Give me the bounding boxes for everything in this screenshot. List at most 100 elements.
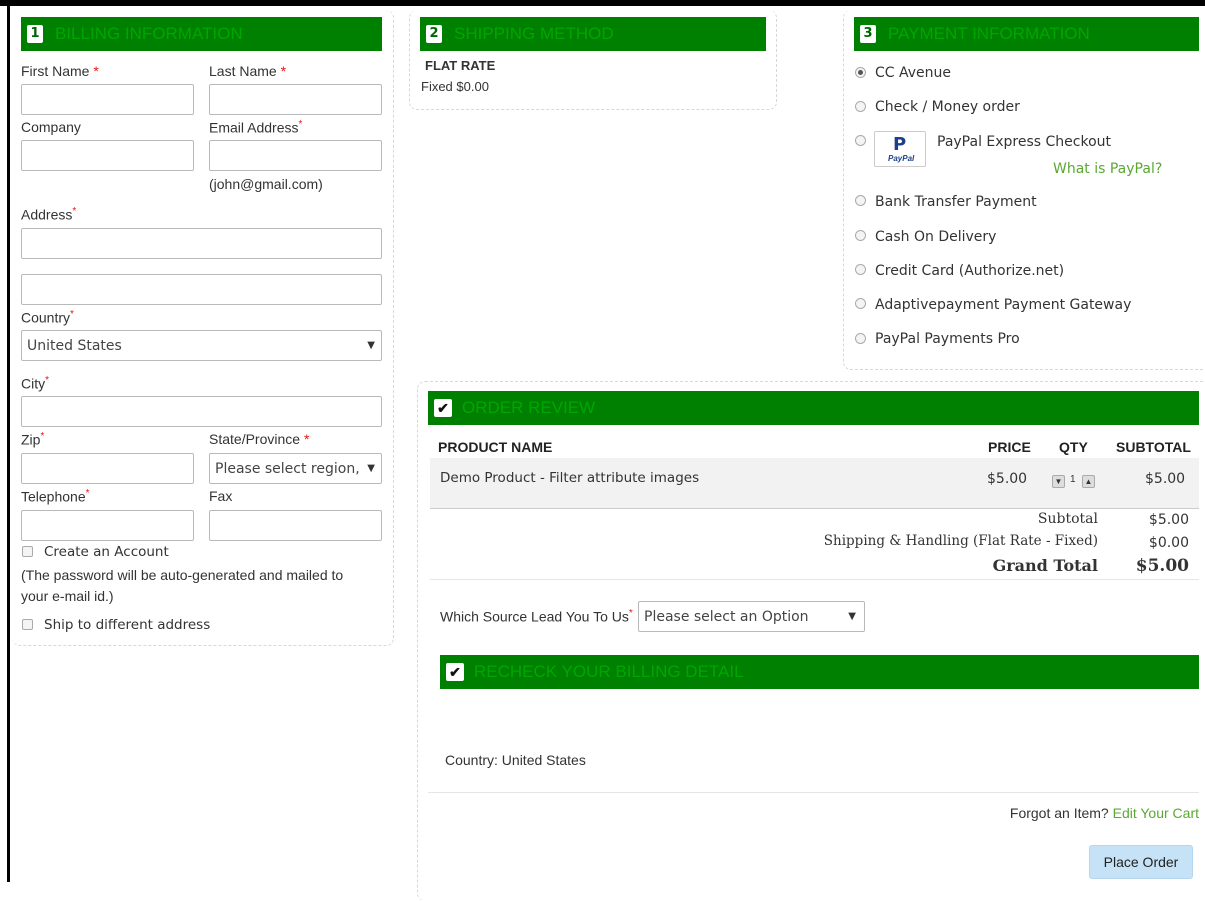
payment-option-check[interactable]: Check / Money order [875,99,1020,115]
address-line-1-input[interactable] [21,228,382,259]
email-input[interactable] [209,140,382,171]
payment-radio-bank-transfer[interactable] [855,195,866,206]
qty-increase-button[interactable]: ▲ [1082,475,1095,488]
recheck-title: RECHECK YOUR BILLING DETAIL [474,662,744,681]
address-line-2-input[interactable] [21,274,382,305]
country-label: Country* [21,309,74,326]
city-label: City* [21,375,50,392]
fax-label: Fax [209,488,233,504]
password-note: (The password will be auto-generated and… [21,567,344,604]
email-label: Email Address* [209,119,303,136]
column-header-subtotal: SUBTOTAL [1116,439,1191,455]
state-label: State/Province * [209,431,310,447]
qty-decrease-button[interactable]: ▼ [1052,475,1065,488]
qty-value[interactable]: 1 [1070,474,1076,485]
source-select[interactable]: Please select an Option ▼ [638,601,865,632]
chevron-down-icon: ▼ [845,602,856,631]
state-select[interactable]: Please select region, ▼ [209,453,382,484]
payment-radio-authorize[interactable] [855,264,866,275]
payment-option-bank-transfer[interactable]: Bank Transfer Payment [875,194,1037,210]
fax-input[interactable] [209,510,382,541]
order-review-title: ORDER REVIEW [462,398,596,417]
shipping-header: 2 SHIPPING METHOD [420,17,766,51]
source-value: Please select an Option [644,609,809,625]
zip-input[interactable] [21,453,194,484]
payment-radio-paypal-express[interactable] [855,135,866,146]
billing-title: BILLING INFORMATION [55,24,243,43]
column-header-product: PRODUCT NAME [438,439,553,455]
column-header-price: PRICE [988,439,1031,455]
ship-different-checkbox[interactable] [22,619,33,630]
telephone-input[interactable] [21,510,194,541]
telephone-label: Telephone* [21,488,90,505]
payment-option-cc-avenue[interactable]: CC Avenue [875,65,951,81]
country-value: United States [27,338,122,354]
column-header-qty: QTY [1059,439,1088,455]
payment-title: PAYMENT INFORMATION [888,24,1090,43]
first-name-input[interactable] [21,84,194,115]
shipping-method-name: FLAT RATE [425,58,496,73]
product-name-cell: Demo Product - Filter attribute images [440,470,700,486]
step-number: 1 [27,25,43,43]
place-order-button[interactable]: Place Order [1089,845,1193,879]
paypal-logo: P PayPal [874,131,926,167]
left-border [7,0,10,882]
divider [430,508,1199,509]
chevron-down-icon: ▼ [364,331,375,360]
create-account-checkbox[interactable] [22,546,33,557]
email-hint: (john@gmail.com) [209,176,323,192]
subtotal-cell: $5.00 [1145,471,1186,487]
payment-option-adaptive[interactable]: Adaptivepayment Payment Gateway [875,297,1131,313]
shipping-value: $0.00 [1148,535,1189,551]
country-select[interactable]: United States ▼ [21,330,382,361]
company-input[interactable] [21,140,194,171]
payment-radio-adaptive[interactable] [855,298,866,309]
payment-option-authorize[interactable]: Credit Card (Authorize.net) [875,263,1064,279]
recheck-header: ✔ RECHECK YOUR BILLING DETAIL [440,655,1199,689]
top-border [0,0,1205,6]
payment-option-paypal-express[interactable]: PayPal Express Checkout [937,134,1111,150]
ship-different-label: Ship to different address [44,617,211,633]
order-review-header: ✔ ORDER REVIEW [428,391,1199,425]
price-cell: $5.00 [987,471,1028,487]
shipping-label: Shipping & Handling (Flat Rate - Fixed) [823,533,1098,549]
company-label: Company [21,119,81,135]
table-row: Demo Product - Filter attribute images $… [430,458,1199,508]
recheck-country: Country: United States [445,752,586,768]
payment-option-cod[interactable]: Cash On Delivery [875,229,996,245]
shipping-method-price: Fixed $0.00 [421,79,489,94]
first-name-label: First Name * [21,63,99,79]
step-number: 2 [426,25,442,43]
city-input[interactable] [21,396,382,427]
paypal-p-icon: P [893,134,907,155]
state-value: Please select region, [215,461,360,477]
subtotal-label: Subtotal [1037,511,1098,527]
payment-radio-cod[interactable] [855,230,866,241]
create-account-label: Create an Account [44,544,169,560]
zip-label: Zip* [21,431,45,448]
payment-radio-paypal-pro[interactable] [855,333,866,344]
payment-panel [843,10,1205,370]
what-is-paypal-link[interactable]: What is PayPal? [1053,161,1162,177]
payment-option-paypal-pro[interactable]: PayPal Payments Pro [875,331,1020,347]
paypal-logo-text: PayPal [888,154,915,163]
last-name-label: Last Name * [209,63,287,79]
shipping-title: SHIPPING METHOD [454,24,614,43]
source-label: Which Source Lead You To Us* [440,608,633,625]
payment-radio-check[interactable] [855,101,866,112]
grand-total-label: Grand Total [992,556,1098,575]
address-label: Address* [21,206,77,223]
grand-total-value: $5.00 [1135,556,1189,576]
billing-header: 1 BILLING INFORMATION [21,17,382,51]
payment-radio-cc-avenue[interactable] [855,67,866,78]
last-name-input[interactable] [209,84,382,115]
forgot-item-text: Forgot an Item? Edit Your Cart [1009,805,1199,821]
edit-cart-link[interactable]: Edit Your Cart [1113,805,1199,821]
checkmark-icon: ✔ [434,399,452,417]
chevron-down-icon: ▼ [364,454,375,483]
payment-header: 3 PAYMENT INFORMATION [854,17,1199,51]
checkmark-icon: ✔ [446,663,464,681]
step-number: 3 [860,25,876,43]
divider [430,579,1199,580]
subtotal-value: $5.00 [1148,512,1189,528]
